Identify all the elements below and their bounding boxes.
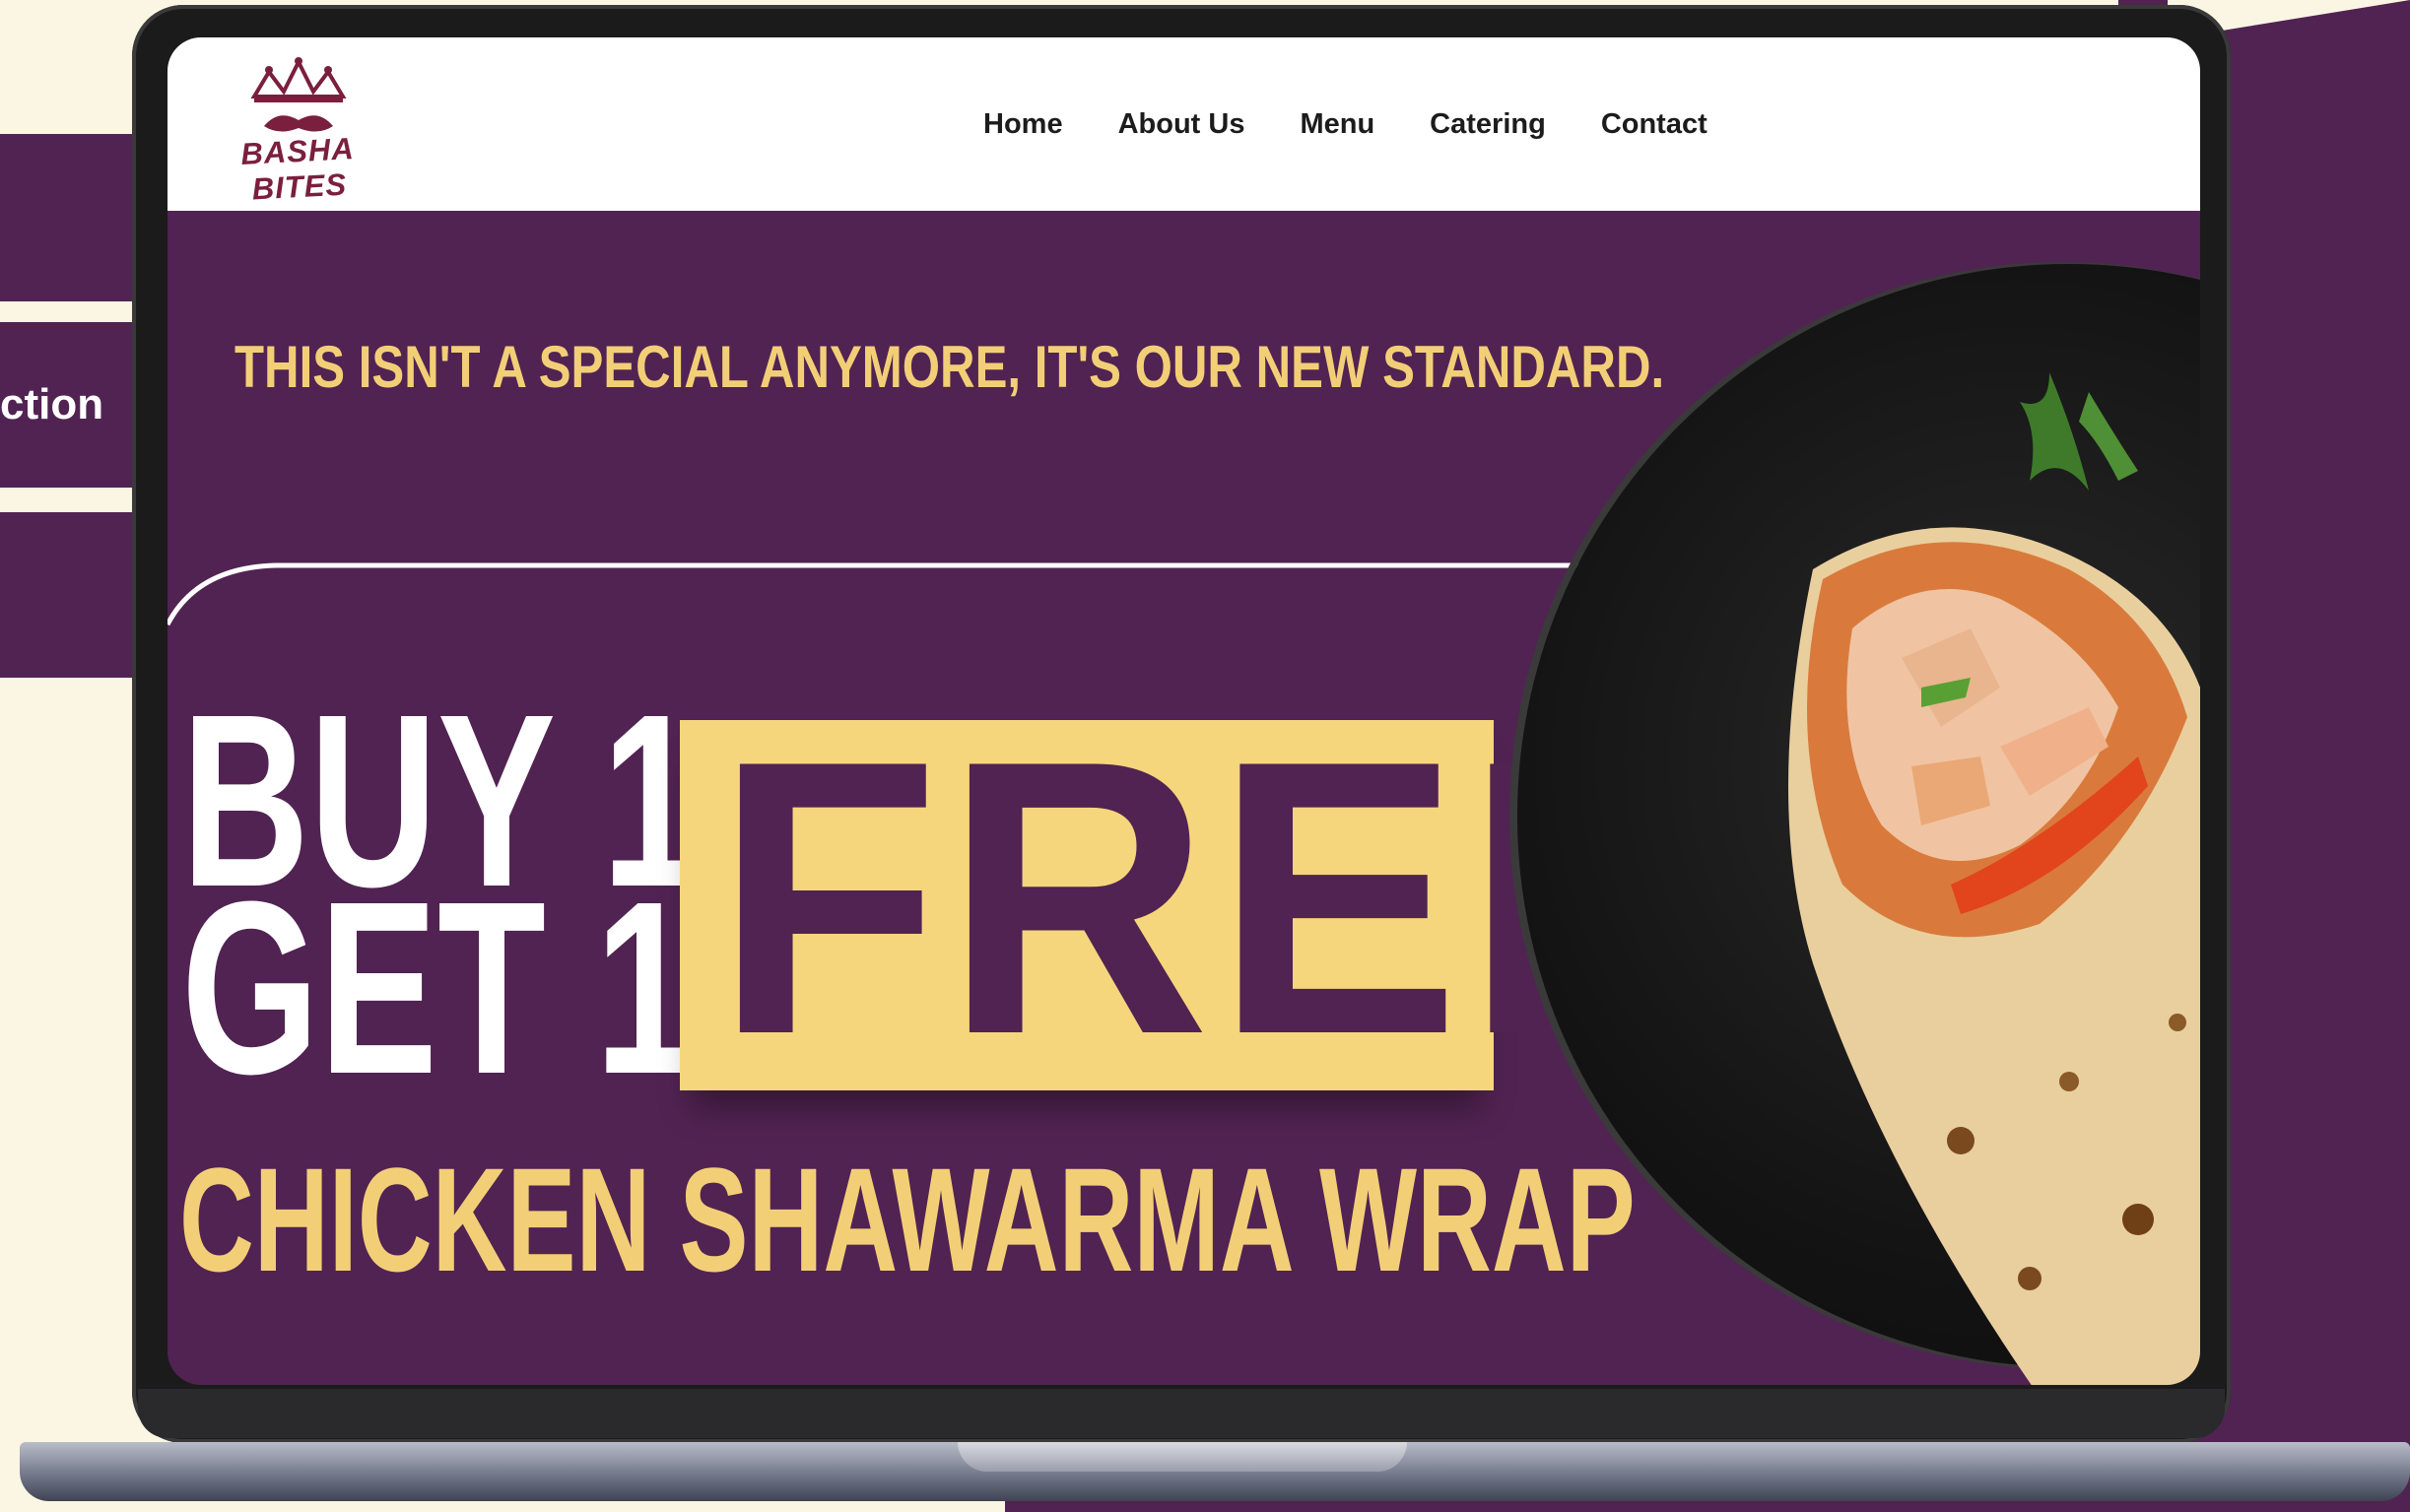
- site-navbar: BASHA BITES Home About Us Menu Catering …: [167, 37, 2200, 211]
- side-tab-2[interactable]: ction: [0, 322, 132, 488]
- nav-about-us[interactable]: About Us: [1118, 108, 1245, 141]
- product-name: CHICKEN SHAWARMA WRAP: [179, 1137, 1636, 1302]
- decorative-curve-line: [167, 562, 1724, 626]
- offer-text: BUY 1 GET 1: [181, 678, 701, 1125]
- offer-line-get: GET 1: [181, 850, 695, 1125]
- side-tab-1[interactable]: [0, 134, 132, 301]
- laptop-screen: BASHA BITES Home About Us Menu Catering …: [167, 37, 2200, 1385]
- side-tab-label: ction: [0, 380, 104, 428]
- nav-home[interactable]: Home: [983, 108, 1063, 141]
- side-tab-3[interactable]: [0, 512, 132, 678]
- nav-catering[interactable]: Catering: [1430, 108, 1546, 141]
- laptop-hinge-notch: [958, 1442, 1407, 1472]
- laptop-chin: [138, 1389, 2225, 1438]
- main-nav: Home About Us Menu Catering Contact: [983, 37, 1707, 211]
- hero-tagline: THIS ISN'T A SPECIAL ANYMORE, IT'S OUR N…: [234, 334, 1665, 400]
- brand-name: BASHA BITES: [239, 131, 356, 207]
- nav-menu[interactable]: Menu: [1300, 108, 1374, 141]
- free-highlight-box: FREE: [680, 702, 1710, 1092]
- brand-logo[interactable]: BASHA BITES: [205, 57, 392, 206]
- shawarma-wrap-image: [1788, 372, 2200, 1385]
- nav-contact[interactable]: Contact: [1601, 108, 1707, 141]
